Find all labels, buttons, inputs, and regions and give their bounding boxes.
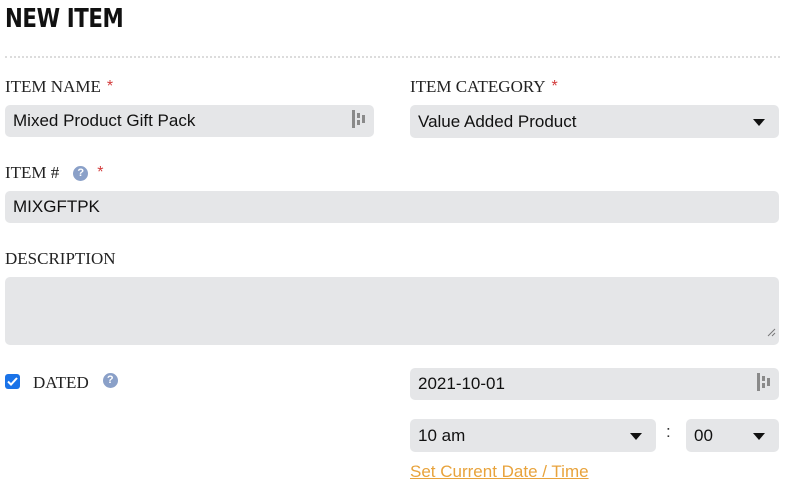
item-number-label: ITEM # [5,163,60,182]
item-number-value: MIXGFTPK [13,197,100,216]
item-category-required-mark: * [551,78,558,95]
item-name-label-row: ITEM NAME * [5,77,113,97]
drag-handle-icon [757,372,771,396]
item-category-label: ITEM CATEGORY [410,77,546,96]
help-icon[interactable]: ? [102,372,118,388]
item-number-input[interactable]: MIXGFTPK [5,191,779,223]
item-name-input[interactable]: Mixed Product Gift Pack [5,105,374,137]
chevron-down-icon [753,426,765,446]
chevron-down-icon [630,426,642,446]
description-label-row: DESCRIPTION [5,249,116,269]
item-number-label-row: ITEM # ? * [5,163,104,183]
checkmark-icon [7,377,18,386]
minute-select[interactable]: 00 [686,419,779,452]
item-name-label: ITEM NAME [5,77,101,96]
dated-label: DATED [33,373,89,392]
drag-handle-icon [352,109,366,133]
title-divider [5,56,780,58]
item-name-value: Mixed Product Gift Pack [13,111,196,130]
item-category-value: Value Added Product [418,111,577,131]
item-category-select[interactable]: Value Added Product [410,105,779,138]
description-textarea[interactable] [5,277,779,345]
resize-grip-icon[interactable] [767,322,776,342]
dated-checkbox[interactable] [5,374,20,389]
item-category-label-row: ITEM CATEGORY * [410,77,558,97]
chevron-down-icon [753,112,765,132]
set-current-datetime-link[interactable]: Set Current Date / Time [410,462,589,482]
date-input[interactable]: 2021-10-01 [410,368,779,400]
item-name-required-mark: * [106,78,114,95]
hour-select[interactable]: 10 am [410,419,656,452]
time-separator: : [666,422,671,441]
item-number-required-mark: * [97,164,104,181]
page-title: NEW ITEM [5,4,124,34]
date-value: 2021-10-01 [418,374,505,393]
hour-value: 10 am [418,425,466,445]
dated-label-row: DATED ? [33,372,118,393]
description-label: DESCRIPTION [5,249,116,268]
minute-value: 00 [694,425,713,445]
help-icon[interactable]: ? [73,165,89,181]
